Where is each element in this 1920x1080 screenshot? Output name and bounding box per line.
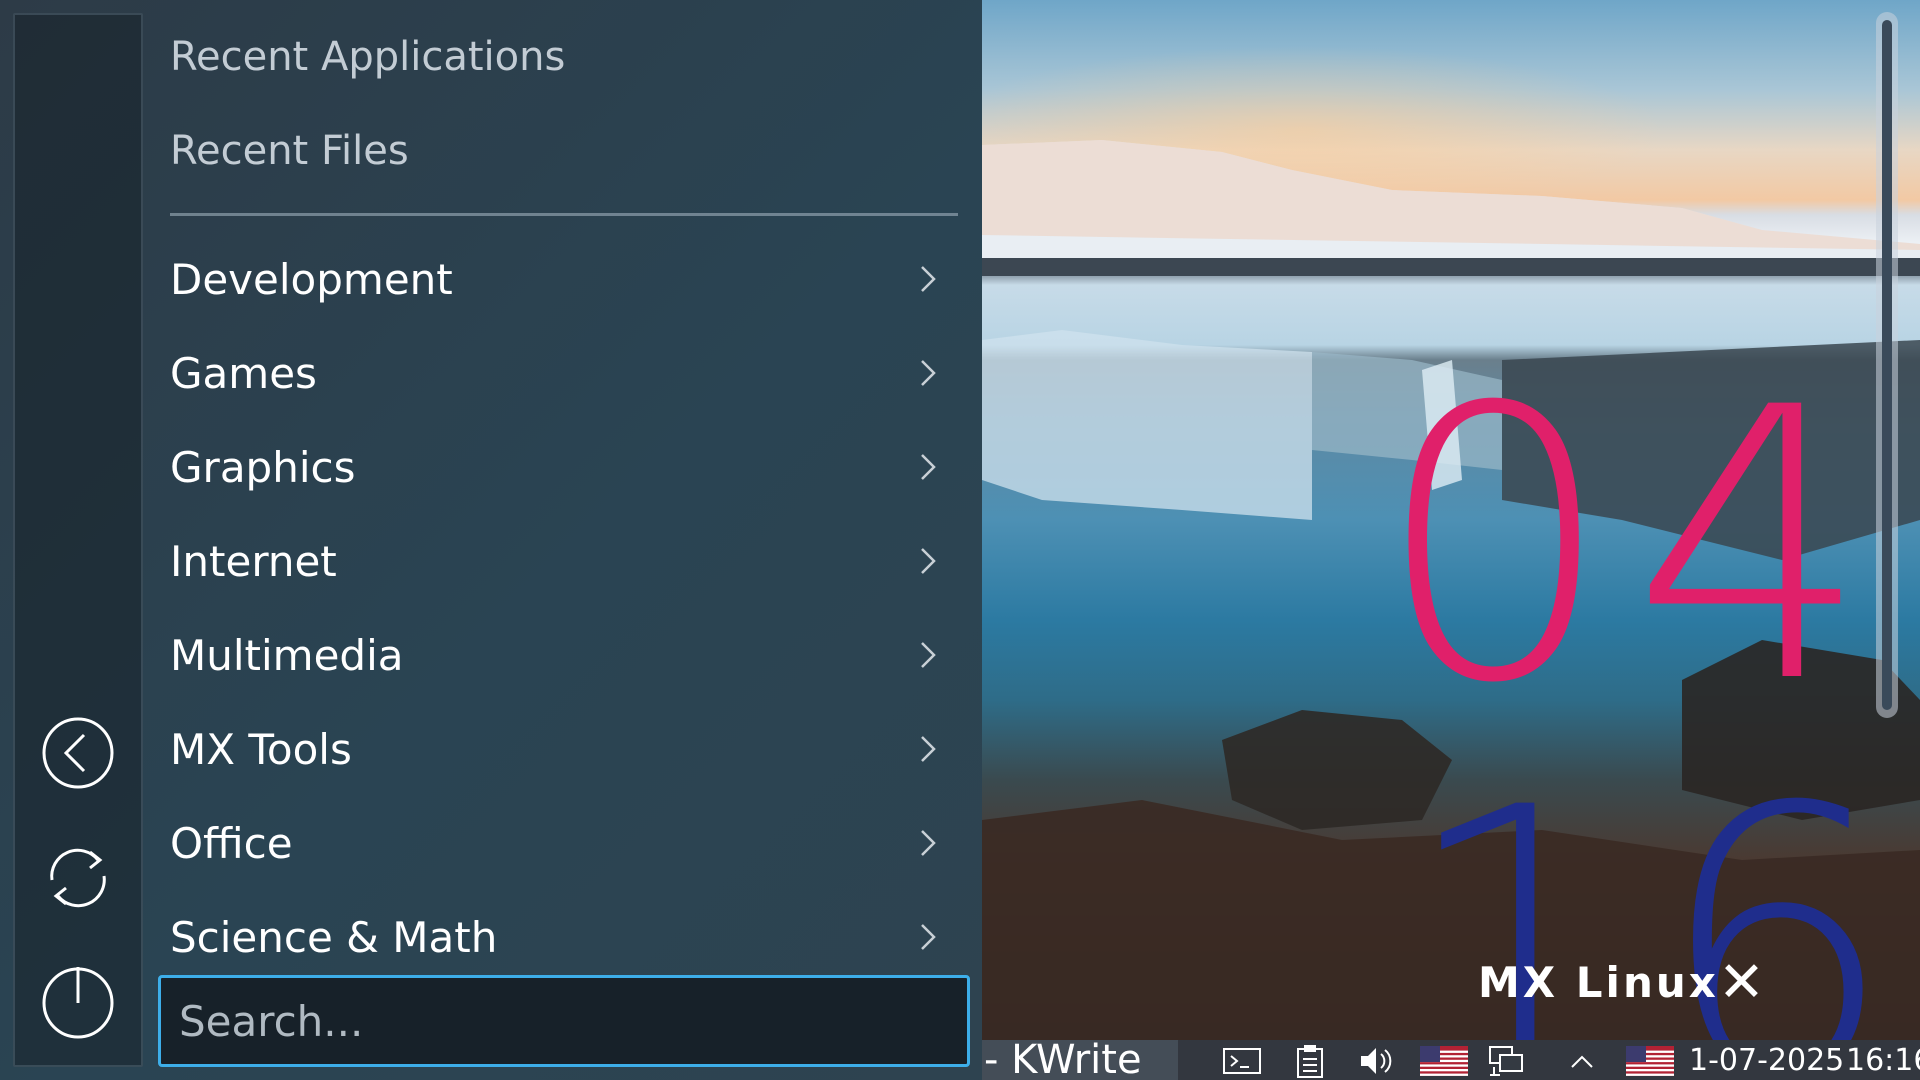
recent-files-link[interactable]: Recent Files <box>170 128 409 174</box>
clipboard-tray-button[interactable] <box>1288 1044 1332 1078</box>
refresh-icon <box>50 848 106 908</box>
category-list: Development Games Graphics Internet Mult… <box>170 232 960 984</box>
keyboard-layout-button[interactable] <box>1416 1044 1472 1078</box>
category-label: MX Tools <box>170 724 352 774</box>
category-label: Office <box>170 818 293 868</box>
chevron-right-icon <box>921 924 936 950</box>
mx-logo-mark-icon: ✕ <box>1718 950 1765 1015</box>
category-label: Graphics <box>170 442 356 492</box>
network-icon <box>1489 1046 1523 1076</box>
keyboard-layout-indicator[interactable] <box>1622 1044 1678 1078</box>
chevron-right-icon <box>921 830 936 856</box>
taskbar-window-kwrite[interactable]: - KWrite <box>982 1040 1178 1080</box>
terminal-tray-button[interactable] <box>1220 1044 1264 1078</box>
terminal-icon <box>1223 1048 1261 1074</box>
category-label: Science & Math <box>170 912 498 962</box>
chevron-right-icon <box>921 454 936 480</box>
expand-tray-button[interactable] <box>1560 1044 1604 1078</box>
chevron-right-icon <box>921 736 936 762</box>
mx-linux-logo: MX Linux <box>1478 958 1719 1007</box>
category-label: Development <box>170 254 453 304</box>
back-button[interactable] <box>40 715 116 791</box>
category-internet[interactable]: Internet <box>170 514 960 608</box>
desktop-scrollbar-thumb[interactable] <box>1882 20 1892 710</box>
category-label: Internet <box>170 536 337 586</box>
category-games[interactable]: Games <box>170 326 960 420</box>
clock-date[interactable]: 1-07-2025 <box>1689 1040 1844 1080</box>
category-mx-tools[interactable]: MX Tools <box>170 702 960 796</box>
category-multimedia[interactable]: Multimedia <box>170 608 960 702</box>
menu-divider <box>170 213 958 216</box>
us-flag-icon <box>1420 1046 1468 1076</box>
category-label: Multimedia <box>170 630 404 680</box>
category-development[interactable]: Development <box>170 232 960 326</box>
us-flag-icon <box>1626 1046 1674 1076</box>
volume-tray-button[interactable] <box>1354 1044 1398 1078</box>
chevron-right-icon <box>921 360 936 386</box>
chevron-right-icon <box>921 642 936 668</box>
category-office[interactable]: Office <box>170 796 960 890</box>
network-tray-button[interactable] <box>1484 1044 1528 1078</box>
clipboard-icon <box>1297 1045 1323 1078</box>
chevron-right-icon <box>921 548 936 574</box>
back-icon <box>42 717 114 789</box>
expand-tray-icon <box>1571 1055 1593 1068</box>
category-label: Games <box>170 348 317 398</box>
clock-time[interactable]: 16:16 <box>1846 1040 1920 1080</box>
volume-icon <box>1361 1048 1392 1074</box>
category-graphics[interactable]: Graphics <box>170 420 960 514</box>
category-science-math[interactable]: Science & Math <box>170 890 960 984</box>
power-icon <box>42 967 114 1039</box>
search-input[interactable] <box>158 975 970 1067</box>
power-button[interactable] <box>40 963 116 1039</box>
refresh-button[interactable] <box>40 840 116 916</box>
recent-applications-link[interactable]: Recent Applications <box>170 34 565 80</box>
clock-hours: 04 <box>1375 329 1889 765</box>
application-launcher: Recent Applications Recent Files Develop… <box>0 0 982 1080</box>
chevron-right-icon <box>921 266 936 292</box>
taskbar: - KWrite 1-07-2025 16:1 <box>982 1040 1920 1080</box>
